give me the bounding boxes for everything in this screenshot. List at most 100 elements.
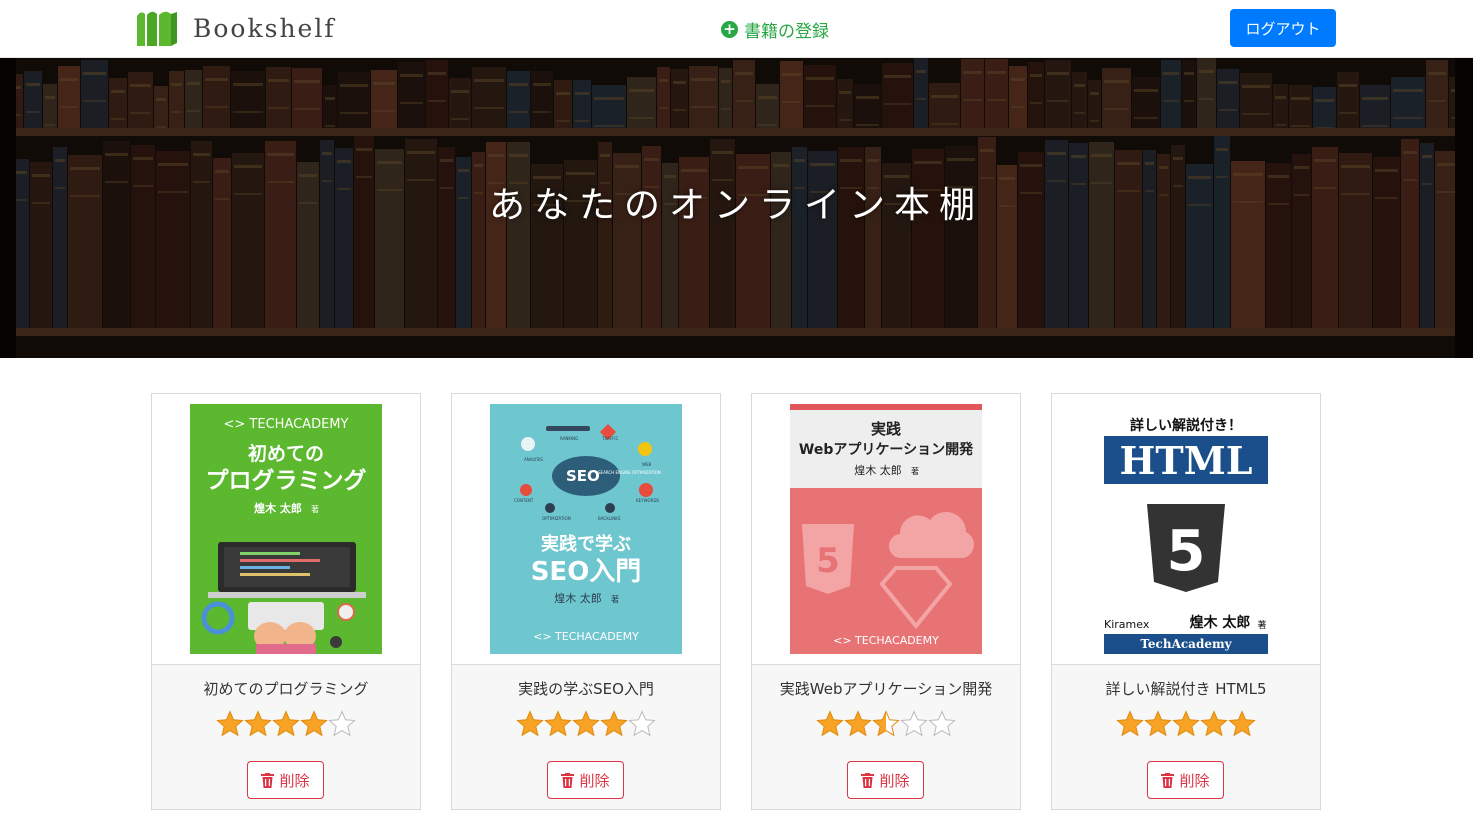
star-filled-icon [1200,710,1228,737]
delete-button[interactable]: 削除 [847,761,924,799]
svg-text:著: 著 [911,466,919,476]
svg-text:HTML: HTML [1120,438,1253,483]
trash-icon [561,772,575,788]
delete-label: 削除 [1179,771,1210,790]
star-rating [816,710,956,737]
svg-text:5: 5 [1167,519,1206,584]
svg-text:煌木 太郎: 煌木 太郎 [854,463,902,477]
svg-text:煌木 太郎: 煌木 太郎 [254,501,302,515]
svg-text:SEARCH ENGINE OPTIMIZATION: SEARCH ENGINE OPTIMIZATION [598,470,661,475]
books-logo-icon [137,11,177,46]
star-filled-icon [272,710,300,737]
star-filled-icon [244,710,272,737]
plus-circle-icon: + [721,21,738,38]
svg-text:実践で学ぶ: 実践で学ぶ [541,533,631,555]
trash-icon [861,772,875,788]
book-title: 詳しい解説付き HTML5 [1105,680,1267,698]
delete-label: 削除 [279,771,310,790]
svg-text:著: 著 [311,504,319,514]
star-filled-icon [1228,710,1256,737]
svg-text:プログラミング: プログラミング [206,467,367,494]
hero-title: あなたのオンライン本棚 [488,185,984,226]
svg-text:煌木 太郎: 煌木 太郎 [1190,614,1251,631]
book-card: <> TECHACADEMY 初めての プログラミング 煌木 太郎 著 初めての… [151,393,421,810]
book-card-body: 詳しい解説付き HTML5 削除 [1052,665,1320,809]
book-title: 実践の学ぶSEO入門 [518,680,654,698]
svg-text:実践: 実践 [871,420,901,438]
svg-text:詳しい解説付き！: 詳しい解説付き！ [1130,417,1242,434]
book-cover-image[interactable]: <> TECHACADEMY 初めての プログラミング 煌木 太郎 著 [190,404,382,654]
star-filled-icon [216,710,244,737]
svg-text:5: 5 [816,541,840,581]
delete-label: 削除 [579,771,610,790]
svg-text:TRAFFIC: TRAFFIC [601,436,619,441]
hero-banner: あなたのオンライン本棚 [0,58,1473,358]
delete-button[interactable]: 削除 [1147,761,1224,799]
svg-text:ANALYSIS: ANALYSIS [524,457,543,462]
star-filled-icon [844,710,872,737]
svg-text:RANKING: RANKING [560,436,578,441]
star-filled-icon [300,710,328,737]
star-filled-icon [516,710,544,737]
svg-text:<> TECHACADEMY: <> TECHACADEMY [833,634,939,647]
book-cover-image[interactable]: SEO SEARCH ENGINE OPTIMIZATION ANALYSIS … [490,404,682,654]
star-filled-icon [816,710,844,737]
star-empty-icon [928,710,956,737]
trash-icon [1161,772,1175,788]
book-title: 実践Webアプリケーション開発 [779,680,993,698]
star-filled-icon [1144,710,1172,737]
svg-text:Kiramex: Kiramex [1104,618,1150,631]
logo-text: Bookshelf [193,13,336,43]
star-filled-icon [544,710,572,737]
svg-text:Webアプリケーション開発: Webアプリケーション開発 [799,441,974,458]
book-title: 初めてのプログラミング [203,680,369,698]
svg-text:CONTENT: CONTENT [514,498,534,503]
trash-icon [261,772,275,788]
seo-cover-art: SEO SEARCH ENGINE OPTIMIZATION ANALYSIS … [514,424,661,643]
html5-cover-art: 詳しい解説付き！ HTML 5 Kiramex 煌木 太郎 著 TechAcad… [1104,417,1268,654]
svg-text:BACKLINKS: BACKLINKS [598,516,621,521]
book-card: 実践 Webアプリケーション開発 煌木 太郎 著 5 <> TECHACADEM… [751,393,1021,810]
svg-text:SEO: SEO [566,467,600,485]
star-filled-icon [600,710,628,737]
svg-text:著: 著 [1257,619,1266,631]
star-filled-icon [572,710,600,737]
star-half-icon [872,710,900,737]
svg-text:著: 著 [611,594,619,604]
logout-button[interactable]: ログアウト [1230,9,1336,47]
svg-text:初めての: 初めての [248,442,324,465]
bookshelf-logo[interactable]: Bookshelf [135,10,336,46]
star-filled-icon [1172,710,1200,737]
register-book-link[interactable]: + 書籍の登録 [721,17,829,42]
star-rating [516,710,656,737]
book-card-body: 初めてのプログラミング 削除 [152,665,420,809]
programming-cover-art: <> TECHACADEMY 初めての プログラミング 煌木 太郎 著 [201,417,367,654]
book-cover-image[interactable]: 詳しい解説付き！ HTML 5 Kiramex 煌木 太郎 著 TechAcad… [1090,404,1282,654]
svg-text:TechAcademy: TechAcademy [1140,637,1232,651]
register-book-label: 書籍の登録 [744,22,829,42]
star-rating [216,710,356,737]
svg-text:煌木 太郎: 煌木 太郎 [554,591,602,605]
star-rating [1116,710,1256,737]
webapp-cover-art: 実践 Webアプリケーション開発 煌木 太郎 著 5 <> TECHACADEM… [790,404,982,647]
star-filled-icon [1116,710,1144,737]
book-card-body: 実践Webアプリケーション開発 削除 [752,665,1020,809]
svg-text:<> TECHACADEMY: <> TECHACADEMY [224,417,349,432]
svg-text:WEB: WEB [642,462,651,467]
book-card-body: 実践の学ぶSEO入門 削除 [452,665,720,809]
delete-button[interactable]: 削除 [547,761,624,799]
star-empty-icon [900,710,928,737]
book-card: SEO SEARCH ENGINE OPTIMIZATION ANALYSIS … [451,393,721,810]
svg-text:KEYWORDS: KEYWORDS [636,498,660,503]
book-cover-image[interactable]: 実践 Webアプリケーション開発 煌木 太郎 著 5 <> TECHACADEM… [790,404,982,654]
star-empty-icon [328,710,356,737]
svg-text:OPTIMIZATION: OPTIMIZATION [542,516,571,521]
book-cover-area: <> TECHACADEMY 初めての プログラミング 煌木 太郎 著 [152,394,420,665]
svg-text:SEO入門: SEO入門 [531,557,642,587]
delete-label: 削除 [879,771,910,790]
book-cover-area: 詳しい解説付き！ HTML 5 Kiramex 煌木 太郎 著 TechAcad… [1052,394,1320,665]
book-cover-area: SEO SEARCH ENGINE OPTIMIZATION ANALYSIS … [452,394,720,665]
delete-button[interactable]: 削除 [247,761,324,799]
book-card: 詳しい解説付き！ HTML 5 Kiramex 煌木 太郎 著 TechAcad… [1051,393,1321,810]
star-empty-icon [628,710,656,737]
